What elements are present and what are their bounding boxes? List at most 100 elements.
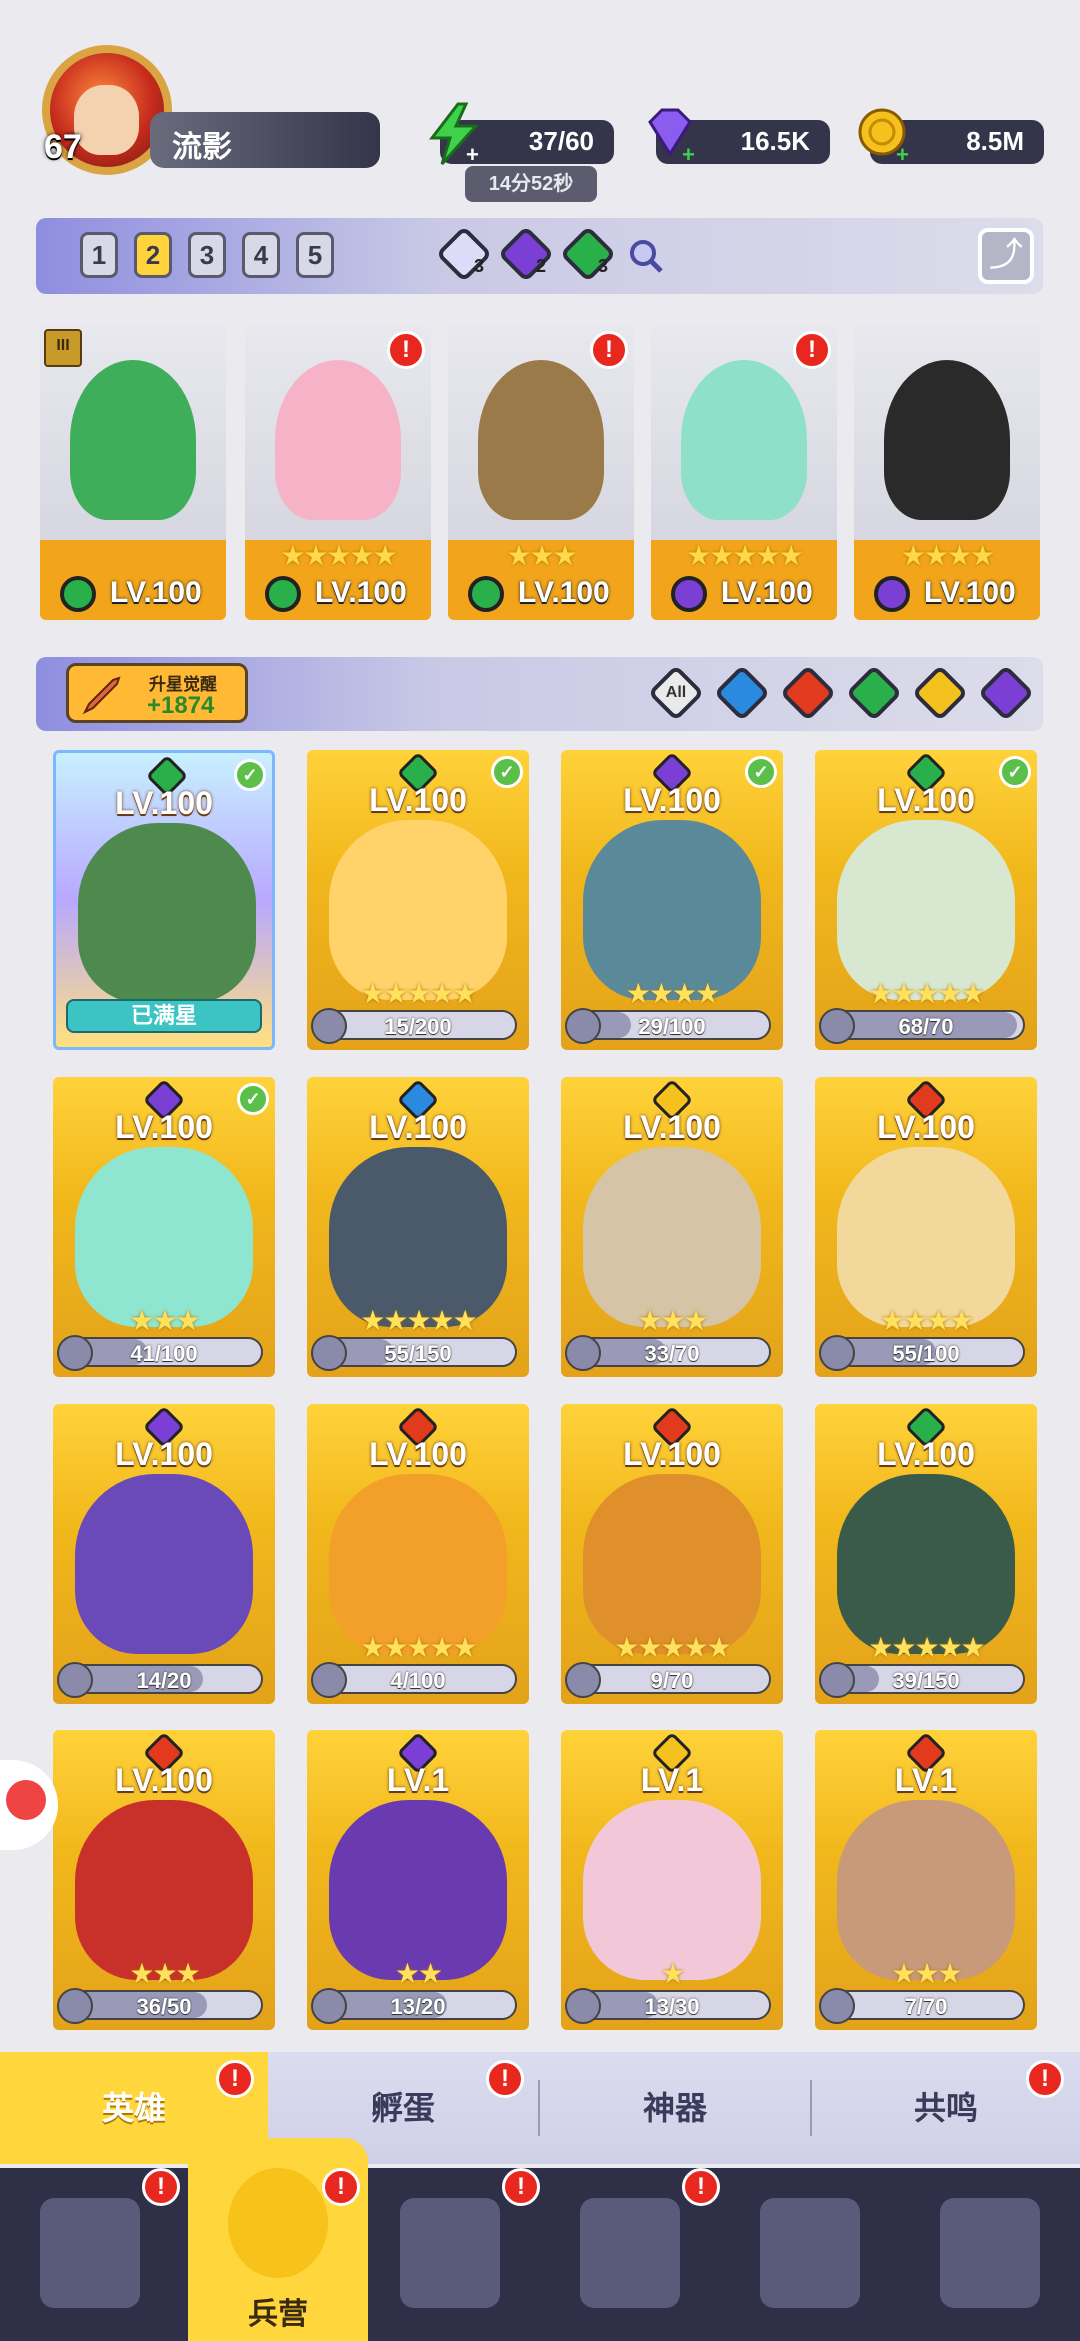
team-slot-4[interactable]: 4 bbox=[242, 232, 280, 278]
hero-stars: ★★★★ bbox=[900, 540, 995, 571]
hero-sub-tabs: 英雄 孵蛋 神器 共鸣 ! ! ! bbox=[0, 2052, 1080, 2164]
hero-portrait bbox=[329, 1800, 507, 1980]
soul-shard-icon bbox=[819, 1988, 855, 2024]
gems-value: 16.5K bbox=[740, 126, 810, 156]
star-upgrade-value: +1874 bbox=[147, 692, 215, 719]
team-slot-3[interactable]: 3 bbox=[188, 232, 226, 278]
team-hero-card[interactable]: ★★★★★ LV.100! bbox=[245, 325, 431, 620]
soul-shard-icon bbox=[57, 1988, 93, 2024]
filter-light-icon[interactable] bbox=[911, 664, 969, 722]
team-slot-5[interactable]: 5 bbox=[296, 232, 334, 278]
energy-counter[interactable]: + 37/60 bbox=[428, 102, 614, 166]
hero-stars: ★★★★ bbox=[879, 1305, 974, 1336]
hero-level: LV.100 bbox=[315, 576, 407, 609]
hero-card[interactable]: LV.100 ★★★★★ 55/150 bbox=[307, 1077, 529, 1377]
hero-card[interactable]: LV.100 ★★★ 33/70 bbox=[561, 1077, 783, 1377]
hero-card[interactable]: LV.100 ★★★★ 55/100 bbox=[815, 1077, 1037, 1377]
avatar-portrait bbox=[74, 85, 139, 155]
soul-shard-icon bbox=[311, 1008, 347, 1044]
top-bar: 67 流影 + 37/60 14分52秒 + 16.5K + 8.5M bbox=[0, 0, 1080, 210]
star-upgrade-button[interactable]: 升星觉醒 +1874 bbox=[66, 663, 248, 723]
shard-progress-bar: 9/70 bbox=[573, 1664, 771, 1694]
hero-level: LV.100 bbox=[115, 785, 213, 821]
hero-card[interactable]: LV.100 ★★★★★ 68/70 ✓ bbox=[815, 750, 1037, 1050]
hero-card[interactable]: LV.100 ★★★★★ 39/150 bbox=[815, 1404, 1037, 1704]
share-button[interactable]: ⤴ bbox=[978, 228, 1034, 284]
shard-progress-text: 15/200 bbox=[384, 1014, 452, 1039]
tab-hatch-alert-icon: ! bbox=[486, 2060, 524, 2098]
hero-card[interactable]: LV.100 14/20 bbox=[53, 1404, 275, 1704]
hero-card[interactable]: LV.100 ★★★★★ 9/70 bbox=[561, 1404, 783, 1704]
gold-value: 8.5M bbox=[966, 126, 1024, 156]
player-name-pill[interactable]: 流影 bbox=[150, 112, 380, 168]
team-hero-card[interactable]: ★★★ LV.100! bbox=[448, 325, 634, 620]
hero-level: LV.100 bbox=[369, 1436, 467, 1472]
gold-counter[interactable]: + 8.5M bbox=[858, 108, 1044, 166]
hero-level: LV.100 bbox=[115, 1762, 213, 1798]
hero-level: LV.100 bbox=[877, 1436, 975, 1472]
hero-card[interactable]: LV.1 ★ 13/30 bbox=[561, 1730, 783, 2030]
filter-all-button[interactable]: All bbox=[647, 664, 705, 722]
filter-fire-icon[interactable] bbox=[779, 664, 837, 722]
shard-progress-text: 55/150 bbox=[384, 1341, 452, 1366]
hero-card[interactable]: LV.100 ★★★★ 29/100 ✓ bbox=[561, 750, 783, 1050]
hero-portrait bbox=[78, 823, 256, 1003]
sword-icon bbox=[82, 676, 121, 715]
player-name: 流影 bbox=[172, 131, 232, 164]
hero-portrait bbox=[837, 1800, 1015, 1980]
hero-level: LV.100 bbox=[623, 1436, 721, 1472]
hero-card[interactable]: LV.100 ★★★ 36/50 bbox=[53, 1730, 275, 2030]
hero-portrait bbox=[583, 1474, 761, 1654]
gems-counter[interactable]: + 16.5K bbox=[648, 108, 830, 166]
tab-artifacts[interactable]: 神器 bbox=[540, 2052, 810, 2164]
hero-portrait bbox=[329, 820, 507, 1000]
nature-element-icon bbox=[468, 576, 504, 612]
shard-progress-text: 36/50 bbox=[136, 1994, 192, 2019]
shard-progress-bar: 55/100 bbox=[827, 1337, 1025, 1367]
hero-card[interactable]: LV.100 已满星 ✓ bbox=[53, 750, 275, 1050]
hero-level: LV.100 bbox=[877, 1109, 975, 1145]
nav-barracks-label: 兵营 bbox=[248, 2298, 308, 2331]
hero-stars: ★★★★★ bbox=[868, 978, 986, 1009]
hero-card[interactable]: LV.1 ★★ 13/20 bbox=[307, 1730, 529, 2030]
shard-progress-text: 7/70 bbox=[904, 1994, 948, 2019]
side-chat-bubble[interactable] bbox=[0, 1760, 58, 1850]
team-hero-card[interactable]: LV.100 III bbox=[40, 325, 226, 620]
hero-alert-icon: ! bbox=[387, 331, 425, 369]
light-element-count: 3 bbox=[474, 256, 485, 276]
hero-level: LV.100 bbox=[721, 576, 813, 609]
hero-level: LV.100 bbox=[924, 576, 1016, 609]
shard-progress-text: 14/20 bbox=[136, 1668, 192, 1693]
hero-card[interactable]: LV.100 ★★★★★ 4/100 bbox=[307, 1404, 529, 1704]
soul-shard-icon bbox=[311, 1988, 347, 2024]
team-slot-1[interactable]: 1 bbox=[80, 232, 118, 278]
hero-portrait bbox=[75, 1800, 253, 1980]
hero-stars: ★★★★★ bbox=[868, 1632, 986, 1663]
shard-progress-text: 39/150 bbox=[892, 1668, 960, 1693]
hero-portrait bbox=[275, 360, 401, 520]
hero-portrait bbox=[329, 1147, 507, 1327]
nav-mushroom[interactable] bbox=[720, 2168, 900, 2341]
team-slot-2[interactable]: 2 bbox=[134, 232, 172, 278]
team-hero-card[interactable]: ★★★★ LV.100 bbox=[854, 325, 1040, 620]
hero-portrait bbox=[478, 360, 604, 520]
hero-card[interactable]: LV.1 ★★★ 7/70 bbox=[815, 1730, 1037, 2030]
team-hero-card[interactable]: ★★★★★ LV.100! bbox=[651, 325, 837, 620]
shard-progress-bar: 55/150 bbox=[319, 1337, 517, 1367]
filter-nature-icon[interactable] bbox=[845, 664, 903, 722]
hero-stars: ★★ bbox=[394, 1958, 443, 1989]
filter-water-icon[interactable] bbox=[713, 664, 771, 722]
hero-card[interactable]: LV.100 ★★★ 41/100 ✓ bbox=[53, 1077, 275, 1377]
hero-stars: ★★★★★ bbox=[686, 540, 804, 571]
shard-progress-text: 13/30 bbox=[644, 1994, 700, 2019]
hero-level: LV.100 bbox=[518, 576, 610, 609]
filter-dark-icon[interactable] bbox=[977, 664, 1035, 722]
nav-guild[interactable] bbox=[900, 2168, 1080, 2341]
magnifier-icon[interactable] bbox=[626, 236, 666, 276]
hero-portrait bbox=[75, 1474, 253, 1654]
hero-card[interactable]: LV.100 ★★★★★ 15/200 ✓ bbox=[307, 750, 529, 1050]
shard-progress-text: 33/70 bbox=[644, 1341, 700, 1366]
soul-shard-icon bbox=[819, 1335, 855, 1371]
hero-stars: ★★★ bbox=[129, 1305, 200, 1336]
mascot-icon bbox=[6, 1780, 46, 1820]
